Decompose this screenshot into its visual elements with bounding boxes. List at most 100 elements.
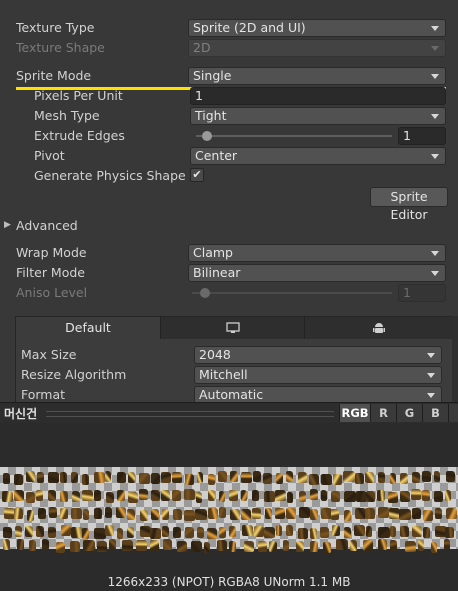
sprite-frame	[365, 525, 372, 537]
sprite-frame	[26, 509, 34, 521]
sprite-frame	[241, 525, 254, 537]
channel-r-button[interactable]: R	[370, 404, 396, 422]
sprite-frame	[127, 472, 136, 484]
max-size-label: Max Size	[21, 347, 77, 362]
sprite-frame	[60, 491, 68, 503]
resize-algorithm-dropdown[interactable]: Mitchell	[194, 366, 442, 384]
sprite-frame	[377, 507, 390, 519]
scrollbar[interactable]	[452, 316, 458, 402]
sprite-frame	[25, 525, 34, 537]
sprite-frame	[331, 491, 340, 503]
sprite-frame	[322, 541, 332, 553]
sprite-frame	[344, 491, 356, 503]
extrude-edges-slider-track[interactable]	[196, 135, 392, 137]
sprite-frame	[14, 526, 23, 538]
sprite-frame	[207, 507, 218, 519]
tab-default[interactable]: Default	[16, 317, 161, 339]
sprite-frame	[116, 507, 127, 519]
chevron-down-icon	[431, 271, 439, 276]
extrude-edges-label: Extrude Edges	[34, 128, 125, 143]
sprite-frame	[297, 472, 308, 484]
filter-mode-row: Filter Mode Bilinear	[0, 263, 458, 283]
max-size-dropdown[interactable]: 2048	[194, 346, 442, 364]
texture-shape-dropdown: 2D	[188, 39, 446, 57]
texture-preview: 1266x233 (NPOT) RGBA8 UNorm 1.1 MB	[0, 423, 458, 591]
sprite-frame	[219, 526, 227, 538]
channel-more-button[interactable]	[448, 404, 458, 422]
pivot-dropdown[interactable]: Center	[190, 147, 446, 165]
sprite-frame	[139, 489, 149, 501]
sprite-frame	[126, 526, 134, 538]
pixels-per-unit-input[interactable]: 1	[190, 87, 446, 105]
sprite-frame	[207, 473, 215, 485]
sprite-frame	[138, 473, 150, 485]
sprite-frame	[48, 527, 56, 539]
filter-mode-dropdown[interactable]: Bilinear	[188, 264, 446, 282]
channel-rgb-button[interactable]: RGB	[339, 404, 370, 422]
sprite-frame	[149, 527, 161, 539]
channel-g-button[interactable]: G	[396, 404, 422, 422]
sprite-frame	[26, 491, 35, 503]
sprite-frame	[365, 507, 376, 519]
wrap-mode-row: Wrap Mode Clamp	[0, 243, 458, 263]
checkmark-icon: ✔	[192, 168, 202, 181]
drag-handle[interactable]	[46, 411, 334, 417]
sprite-frame	[135, 539, 147, 551]
sprite-mode-row: Sprite Mode Single	[0, 66, 458, 86]
sprite-mode-dropdown[interactable]: Single	[188, 67, 446, 85]
sprite-frame	[96, 540, 108, 552]
texture-shape-value: 2D	[193, 40, 211, 55]
generate-physics-shape-checkbox[interactable]: ✔	[190, 168, 204, 182]
sprite-frame	[310, 527, 317, 539]
sprite-frame	[445, 507, 458, 519]
mesh-type-label: Mesh Type	[34, 108, 100, 123]
sprite-editor-button[interactable]: Sprite Editor	[370, 187, 448, 222]
sprite-sheet-image	[0, 467, 458, 553]
texture-type-value: Sprite (2D and UI)	[193, 20, 306, 35]
sprite-frame	[83, 539, 96, 551]
sprite-frame	[297, 527, 309, 539]
texture-type-dropdown[interactable]: Sprite (2D and UI)	[188, 19, 446, 37]
tab-standalone[interactable]	[161, 317, 305, 339]
sprite-frame	[263, 490, 276, 502]
sprite-frame	[399, 473, 408, 485]
extrude-edges-input[interactable]: 1	[398, 127, 446, 145]
sprite-frame	[263, 526, 276, 538]
sprite-frame	[431, 541, 438, 553]
generate-physics-shape-row: Generate Physics Shape ✔	[0, 166, 458, 186]
sprite-frame	[47, 490, 56, 502]
sprite-frame	[285, 525, 293, 537]
chevron-down-icon	[431, 154, 439, 159]
wrap-mode-dropdown[interactable]: Clamp	[188, 244, 446, 262]
tab-android[interactable]	[305, 317, 452, 339]
channel-b-button[interactable]: B	[422, 404, 448, 422]
platform-settings-panel: Default Max Size 2048 Resize Algorithm M…	[15, 316, 453, 408]
sprite-frame	[183, 489, 195, 500]
sprite-frame	[417, 539, 424, 551]
sprite-frame	[399, 491, 410, 503]
sprite-frame	[354, 525, 365, 537]
preview-title: 머신건	[4, 407, 38, 421]
sprite-frame	[37, 472, 45, 484]
sprite-frame	[320, 508, 332, 520]
sprite-frame	[81, 527, 89, 539]
sprite-frame	[343, 509, 351, 521]
sprite-frame	[285, 471, 294, 483]
sprite-frame	[196, 527, 204, 539]
filter-mode-label: Filter Mode	[16, 265, 85, 280]
texture-info: 1266x233 (NPOT) RGBA8 UNorm 1.1 MB	[107, 575, 351, 589]
sprite-frame	[176, 541, 188, 553]
sprite-frame	[203, 541, 211, 553]
sprite-frame	[229, 508, 240, 520]
sprite-frame	[269, 540, 277, 552]
sprite-frame	[71, 507, 83, 519]
extrude-edges-slider-knob[interactable]	[201, 131, 212, 141]
sprite-frame	[433, 490, 444, 502]
sprite-frame	[151, 472, 161, 484]
mesh-type-dropdown[interactable]: Tight	[190, 107, 446, 125]
resize-algorithm-value: Mitchell	[199, 367, 248, 382]
advanced-foldout[interactable]: ▶ Advanced	[0, 216, 458, 236]
sprite-frame	[116, 527, 124, 539]
sprite-frame	[127, 508, 135, 520]
extrude-edges-row: Extrude Edges 1	[0, 126, 458, 146]
